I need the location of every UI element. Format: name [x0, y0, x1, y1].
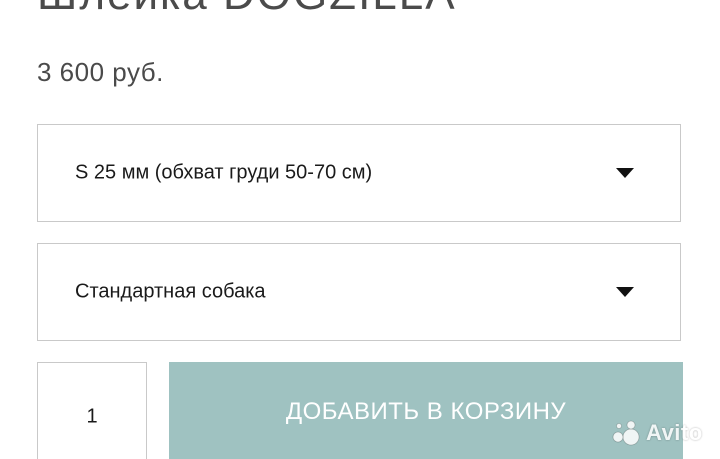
- avito-watermark-text: Avito: [646, 420, 703, 445]
- dog-type-select-value: Стандартная собака: [75, 280, 266, 303]
- add-to-cart-label: ДОБАВИТЬ В КОРЗИНУ: [285, 398, 567, 425]
- quantity-input[interactable]: 1: [37, 362, 147, 459]
- add-to-cart-button[interactable]: ДОБАВИТЬ В КОРЗИНУ: [169, 362, 683, 459]
- chevron-down-icon: [616, 168, 634, 178]
- avito-logo-icon: [612, 420, 640, 446]
- chevron-down-icon: [616, 287, 634, 297]
- size-select[interactable]: S 25 мм (обхват груди 50-70 см): [37, 124, 681, 222]
- product-page: Шлейка DOGZILLA 3 600 руб. S 25 мм (обхв…: [0, 0, 720, 459]
- product-price: 3 600 руб.: [37, 57, 164, 87]
- product-title: Шлейка DOGZILLA: [37, 0, 457, 20]
- quantity-value: 1: [86, 405, 98, 428]
- avito-watermark: Avito: [612, 418, 703, 448]
- dog-type-select[interactable]: Стандартная собака: [37, 243, 681, 341]
- size-select-value: S 25 мм (обхват груди 50-70 см): [75, 161, 373, 184]
